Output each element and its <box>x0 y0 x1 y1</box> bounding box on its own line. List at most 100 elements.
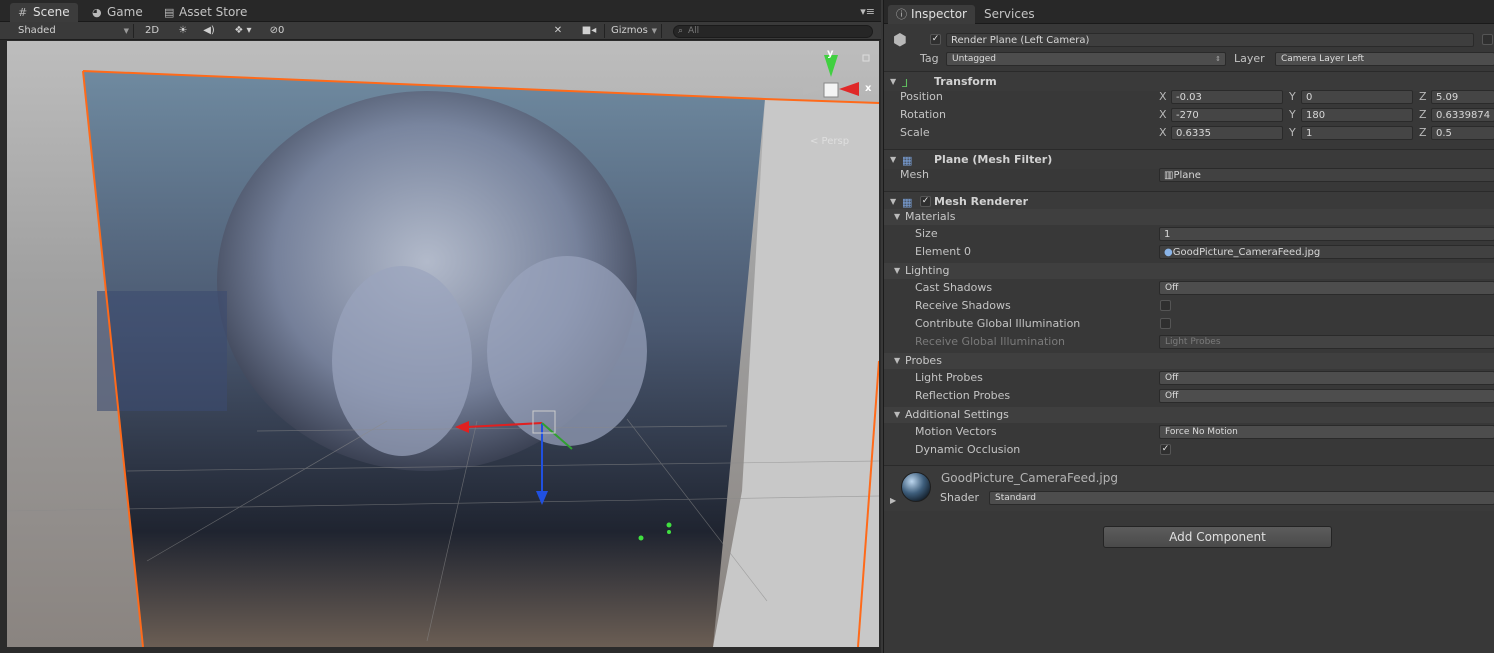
gizmos-label: Gizmos <box>611 25 648 36</box>
tab-inspector[interactable]: ⓘ Inspector <box>888 5 975 24</box>
shading-mode-dropdown[interactable]: Shaded ▼ <box>12 24 134 38</box>
foldout-right-arrow-icon[interactable]: ▶ <box>890 496 896 505</box>
mesh-object-field[interactable]: ▥Plane <box>1159 168 1494 182</box>
dynamic-occlusion-checkbox[interactable]: ✓ <box>1160 444 1171 455</box>
chevron-down-icon: ▼ <box>651 27 657 35</box>
scene-search-input[interactable]: ⌕ All <box>673 25 873 38</box>
rotation-row: Rotation X -270 Y 180 Z 0.6339874 <box>884 106 1494 124</box>
scale-y-label: Y <box>1289 126 1296 139</box>
receive-shadows-label: Receive Shadows <box>915 299 1011 312</box>
cast-shadows-dropdown[interactable]: Off <box>1159 281 1494 295</box>
tab-scene[interactable]: # Scene <box>10 3 78 22</box>
rotation-y-field[interactable]: 180 <box>1301 108 1413 122</box>
mesh-renderer-icon: ▦ <box>902 196 913 209</box>
rotation-x-field[interactable]: -270 <box>1171 108 1283 122</box>
object-name-field[interactable]: Render Plane (Left Camera) <box>946 33 1474 47</box>
scale-y-field[interactable]: 1 <box>1301 126 1413 140</box>
light-probe-dot <box>667 530 671 534</box>
info-icon: ⓘ <box>896 8 907 21</box>
tab-game-label: Game <box>107 5 143 19</box>
rotation-x-label: X <box>1159 108 1167 121</box>
position-y-field[interactable]: 0 <box>1301 90 1413 104</box>
scale-x-field[interactable]: 0.6335 <box>1171 126 1283 140</box>
position-label: Position <box>900 90 943 103</box>
pacman-icon: ◕ <box>92 6 102 19</box>
tab-game[interactable]: ◕ Game <box>84 3 151 22</box>
orientation-center-cube[interactable] <box>823 82 839 98</box>
probes-foldout[interactable]: ▼ Probes <box>884 353 1494 369</box>
cast-shadows-row: Cast Shadows Off <box>884 279 1494 297</box>
scale-z-label: Z <box>1419 126 1427 139</box>
gizmos-dropdown[interactable]: Gizmos ▼ <box>604 24 662 38</box>
rotation-label: Rotation <box>900 108 947 121</box>
camera-settings-icon[interactable]: ■◂ <box>578 24 600 38</box>
size-label: Size <box>915 227 938 240</box>
orientation-y-label: y <box>827 48 834 59</box>
scale-z-field[interactable]: 0.5 <box>1431 126 1494 140</box>
tab-inspector-label: Inspector <box>911 7 967 21</box>
orientation-gizmo[interactable] <box>803 55 859 98</box>
hash-grid-icon: # <box>18 6 28 19</box>
tools-icon[interactable]: ✕ <box>550 24 566 38</box>
add-component-button[interactable]: Add Component <box>1103 526 1332 548</box>
contribute-gi-label: Contribute Global Illumination <box>915 317 1081 330</box>
panel-menu-icon[interactable]: ▾≡ <box>860 5 875 18</box>
mesh-renderer-header[interactable]: ▼ ▦ ✓ Mesh Renderer <box>884 191 1494 211</box>
static-checkbox[interactable] <box>1482 34 1493 45</box>
materials-foldout[interactable]: ▼ Materials <box>884 209 1494 225</box>
tab-services[interactable]: Services <box>976 5 1043 24</box>
lighting-toggle-icon[interactable]: ☀ <box>176 24 190 38</box>
lighting-foldout[interactable]: ▼ Lighting <box>884 263 1494 279</box>
motion-vectors-label: Motion Vectors <box>915 425 997 438</box>
position-y-label: Y <box>1289 90 1296 103</box>
search-icon: ⌕ <box>678 26 684 36</box>
position-z-field[interactable]: 5.09 <box>1431 90 1494 104</box>
receive-shadows-checkbox[interactable] <box>1160 300 1171 311</box>
transform-axes-icon: ⅃ <box>902 77 909 90</box>
additional-settings-foldout[interactable]: ▼ Additional Settings <box>884 407 1494 423</box>
orientation-x-cone[interactable] <box>839 82 859 96</box>
chevron-updown-icon: ⇕ <box>1215 55 1221 63</box>
scene-viewport[interactable]: y x < Persp <box>7 41 879 647</box>
light-probe-dot <box>666 522 672 528</box>
material-section: GoodPicture_CameraFeed.jpg Shader Standa… <box>884 465 1494 511</box>
shader-dropdown[interactable]: Standard <box>989 491 1494 505</box>
chevron-down-icon: ▼ <box>123 27 129 35</box>
hidden-count: 0 <box>278 25 285 36</box>
lock-icon[interactable] <box>862 54 870 62</box>
mesh-renderer-enabled-checkbox[interactable]: ✓ <box>920 196 931 207</box>
search-placeholder: All <box>688 26 700 36</box>
element0-value: GoodPicture_CameraFeed.jpg <box>1172 247 1321 258</box>
reflection-probes-dropdown[interactable]: Off <box>1159 389 1494 403</box>
orientation-neg-x-cone[interactable] <box>803 83 823 95</box>
motion-vectors-dropdown[interactable]: Force No Motion <box>1159 425 1494 439</box>
size-field[interactable]: 1 <box>1159 227 1494 241</box>
foldout-arrow-icon: ▼ <box>894 356 901 365</box>
rotation-z-field[interactable]: 0.6339874 <box>1431 108 1494 122</box>
robot-leg-left <box>332 266 472 456</box>
light-probes-dropdown[interactable]: Off <box>1159 371 1494 385</box>
2d-toggle-button[interactable]: 2D <box>140 24 164 38</box>
hidden-objects-toggle[interactable]: ⊘0 <box>264 24 290 38</box>
position-x-field[interactable]: -0.03 <box>1171 90 1283 104</box>
inspector-panel: ⓘ Inspector Services ⬢ ✓ Render Plane (Le… <box>883 0 1494 653</box>
object-active-checkbox[interactable]: ✓ <box>930 34 941 45</box>
effects-dropdown-icon[interactable]: ❖ ▾ <box>228 24 258 38</box>
element0-object-field[interactable]: ●GoodPicture_CameraFeed.jpg <box>1159 245 1494 259</box>
light-probes-row: Light Probes Off <box>884 369 1494 387</box>
tab-asset-store[interactable]: ▤ Asset Store <box>156 3 255 22</box>
materials-label: Materials <box>905 210 956 223</box>
material-preview[interactable] <box>901 472 931 502</box>
scene-toolbar: Shaded ▼ 2D ☀ ◀) ❖ ▾ ⊘0 ✕ ■◂ Gizmos ▼ ⌕ … <box>0 22 881 40</box>
light-probe-dot <box>638 535 644 541</box>
persp-label[interactable]: < Persp <box>810 136 849 147</box>
contribute-gi-checkbox[interactable] <box>1160 318 1171 329</box>
2d-toggle-label: 2D <box>144 25 160 36</box>
scale-x-label: X <box>1159 126 1167 139</box>
motion-vectors-row: Motion Vectors Force No Motion <box>884 423 1494 441</box>
tag-label: Tag <box>920 52 939 65</box>
layer-dropdown[interactable]: Camera Layer Left <box>1275 52 1494 66</box>
tag-dropdown[interactable]: Untagged ⇕ <box>946 52 1226 66</box>
audio-toggle-icon[interactable]: ◀) <box>202 24 216 38</box>
eye-slash-icon: ⊘ <box>269 25 278 36</box>
